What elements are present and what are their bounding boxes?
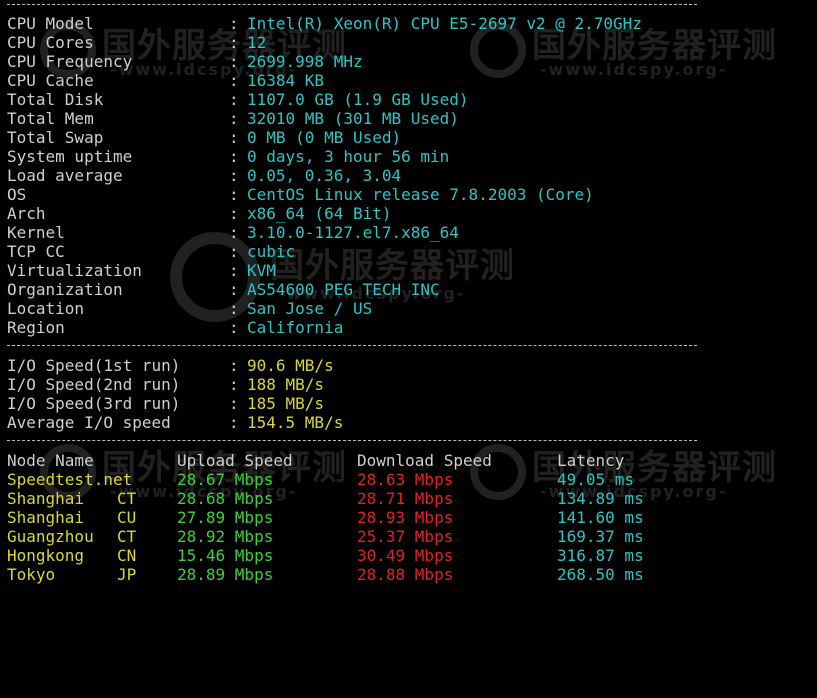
table-header: Node Name Upload Speed Download Speed La… (7, 451, 624, 470)
download-speed: 28.93 Mbps (357, 508, 454, 527)
table-row: Speedtest.net 28.67 Mbps 28.63 Mbps 49.0… (7, 470, 634, 489)
latency: 268.50 ms (557, 565, 644, 584)
node-region-code: CT (117, 489, 137, 508)
node-name: Tokyo (7, 565, 56, 584)
upload-speed: 28.89 Mbps (177, 565, 274, 584)
table-row: Shanghai CU 27.89 Mbps 28.93 Mbps 141.60… (7, 508, 644, 527)
separator-line (7, 440, 697, 441)
upload-speed: 15.46 Mbps (177, 546, 274, 565)
download-speed: 30.49 Mbps (357, 546, 454, 565)
terminal-window: 国外服务器评测 -www.idcspy.org- 国外服务器评测 -www.id… (0, 0, 817, 598)
table-row: Shanghai CT 28.68 Mbps 28.71 Mbps 134.89… (7, 489, 644, 508)
separator-line (7, 4, 697, 5)
upload-speed: 28.92 Mbps (177, 527, 274, 546)
node-region-code: CN (117, 546, 137, 565)
table-row: Tokyo JP 28.89 Mbps 28.88 Mbps 268.50 ms (7, 565, 644, 584)
download-speed: 28.63 Mbps (357, 470, 454, 489)
download-speed: 25.37 Mbps (357, 527, 454, 546)
node-region-code: JP (117, 565, 137, 584)
node-name: Guangzhou (7, 527, 94, 546)
upload-speed: 28.67 Mbps (177, 470, 274, 489)
header-upload-speed: Upload Speed (177, 451, 293, 470)
latency: 49.05 ms (557, 470, 635, 489)
header-latency: Latency (557, 451, 625, 470)
download-speed: 28.88 Mbps (357, 565, 454, 584)
table-row: Guangzhou CT 28.92 Mbps 25.37 Mbps 169.3… (7, 527, 644, 546)
header-node-name: Node Name (7, 451, 94, 470)
node-region-code: CT (117, 527, 137, 546)
latency: 316.87 ms (557, 546, 644, 565)
download-speed: 28.71 Mbps (357, 489, 454, 508)
upload-speed: 28.68 Mbps (177, 489, 274, 508)
node-name: Shanghai (7, 489, 85, 508)
node-name: Hongkong (7, 546, 85, 565)
upload-speed: 27.89 Mbps (177, 508, 274, 527)
table-row: Hongkong CN 15.46 Mbps 30.49 Mbps 316.87… (7, 546, 644, 565)
latency: 141.60 ms (557, 508, 644, 527)
node-region-code: CU (117, 508, 137, 527)
separator-line (7, 345, 697, 346)
node-name: Speedtest.net (7, 470, 133, 489)
node-name: Shanghai (7, 508, 85, 527)
latency: 169.37 ms (557, 527, 644, 546)
latency: 134.89 ms (557, 489, 644, 508)
header-download-speed: Download Speed (357, 451, 492, 470)
